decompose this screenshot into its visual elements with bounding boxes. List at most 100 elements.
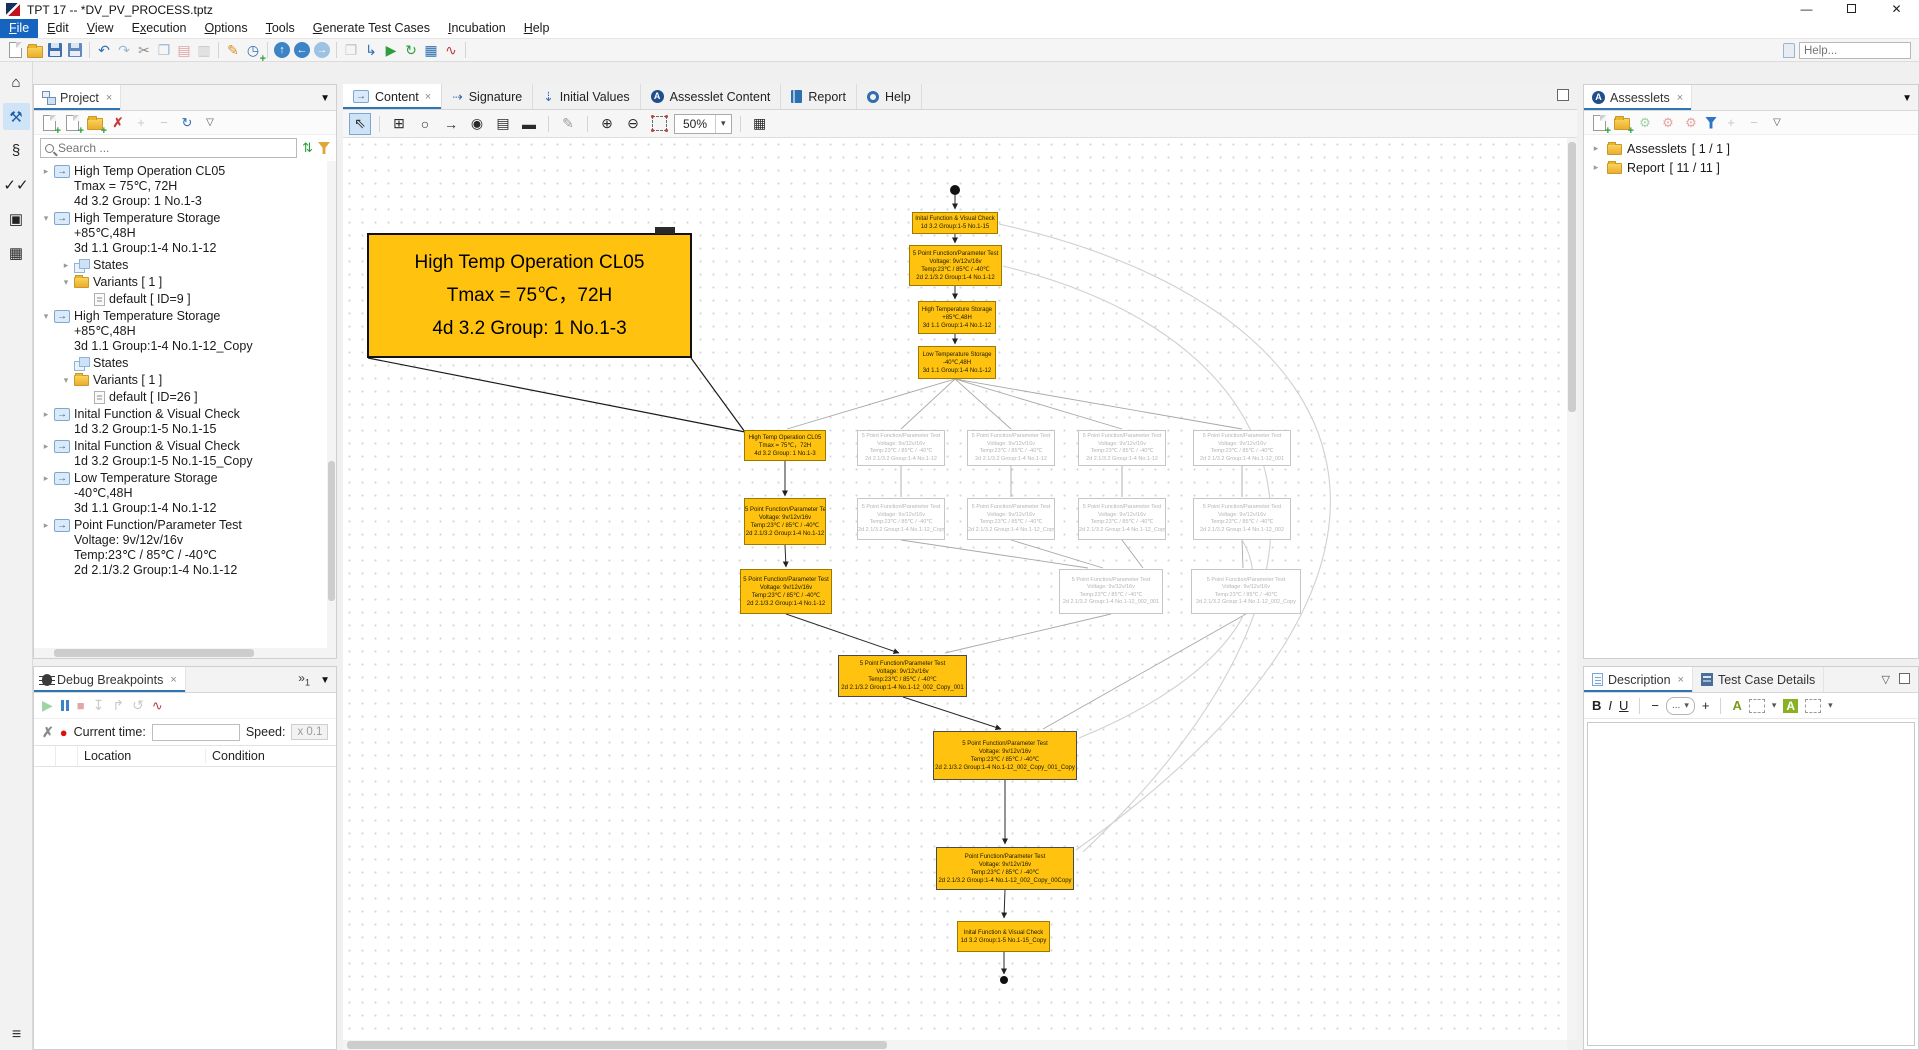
- scroll-thumb[interactable]: [328, 461, 335, 601]
- underline-button[interactable]: U: [1619, 698, 1628, 713]
- time-settings-button[interactable]: ◷: [243, 40, 266, 66]
- column-location[interactable]: Location: [78, 749, 206, 763]
- assesslets-tree-item[interactable]: ▸ Report [ 11 / 11 ]: [1584, 158, 1918, 177]
- project-tree-item[interactable]: States: [34, 355, 336, 372]
- line-tool-button[interactable]: ▬: [518, 113, 540, 135]
- tab-test-case-details[interactable]: Test Case Details: [1693, 667, 1825, 692]
- final-node-tool-button[interactable]: ◉: [466, 113, 488, 135]
- tab-report[interactable]: Report: [781, 84, 857, 109]
- table-view-button[interactable]: ▦: [421, 40, 441, 60]
- scroll-thumb[interactable]: [54, 649, 254, 657]
- diagram-node-ghost-b2[interactable]: 5 Point Function/Parameter Test Voltage: …: [967, 498, 1055, 540]
- refresh-button[interactable]: ↻: [401, 40, 421, 60]
- diagram-node-ghost-b3[interactable]: 5 Point Function/Parameter Test Voltage: …: [1078, 498, 1166, 540]
- add-testlet-button[interactable]: [40, 114, 61, 137]
- tab-debug-breakpoints[interactable]: Debug Breakpoints ×: [34, 667, 186, 692]
- signal-analyzer-button[interactable]: ∿: [441, 40, 461, 60]
- close-icon[interactable]: ×: [170, 674, 176, 686]
- debug-analyzer-button[interactable]: ∿: [152, 698, 163, 714]
- diagram-terminal-dot[interactable]: [1000, 976, 1008, 984]
- tree-arrow-collapsed-icon[interactable]: ▸: [1590, 141, 1602, 156]
- tab-initial-values[interactable]: ⇣ Initial Values: [533, 84, 641, 109]
- junction-tool-button[interactable]: ○: [414, 113, 436, 135]
- paste-special-button[interactable]: ▥: [194, 40, 214, 60]
- help-search-input[interactable]: [1799, 42, 1911, 59]
- diagram-node-initial-check[interactable]: Inital Function & Visual Check 1d 3.2 Gro…: [912, 212, 998, 234]
- redo-button[interactable]: ↷: [114, 40, 134, 60]
- activity-home-icon[interactable]: ⌂: [3, 69, 30, 96]
- project-tree-item[interactable]: ▸ States: [34, 257, 336, 274]
- step-over-button[interactable]: ↱: [112, 697, 124, 714]
- scroll-thumb[interactable]: [347, 1041, 887, 1049]
- diagram-node-ghost-a3[interactable]: 5 Point Function/Parameter Test Voltage: …: [1078, 430, 1166, 466]
- diagram-terminal-dot[interactable]: [950, 185, 960, 195]
- close-icon[interactable]: ×: [106, 92, 112, 104]
- close-icon[interactable]: ×: [1678, 674, 1684, 686]
- menu-options[interactable]: Options: [196, 19, 257, 38]
- canvas-vscrollbar[interactable]: [1567, 138, 1577, 1040]
- close-button[interactable]: ✕: [1874, 0, 1919, 19]
- tab-signature[interactable]: ⇢ Signature: [442, 84, 534, 109]
- run-button[interactable]: ▶: [381, 40, 401, 60]
- project-tree-item[interactable]: ▸ → Low Temperature Storage -40℃,48H 3d 1.1 …: [34, 470, 336, 517]
- menu-generate-test-cases[interactable]: Generate Test Cases: [304, 19, 439, 38]
- activity-component-icon[interactable]: ▣: [3, 205, 30, 232]
- duplicate-button[interactable]: ❐: [341, 40, 361, 60]
- diagram-node-point-test-copy-00copy[interactable]: Point Function/Parameter Test Voltage: 9v…: [936, 847, 1074, 890]
- activity-tools-icon[interactable]: ⚒: [2, 103, 30, 130]
- highlight-swatch[interactable]: [1805, 698, 1822, 713]
- canvas-hscrollbar[interactable]: [343, 1040, 1567, 1050]
- tree-arrow-collapsed-icon[interactable]: ▸: [40, 164, 52, 179]
- paste-button[interactable]: ▤: [174, 40, 194, 60]
- menu-file[interactable]: File: [0, 19, 39, 38]
- cut-button[interactable]: ✂: [134, 40, 154, 60]
- add-folder-button[interactable]: [86, 114, 107, 137]
- menu-tools[interactable]: Tools: [257, 19, 304, 38]
- diagram-node-point-test-top[interactable]: 5 Point Function/Parameter Test Voltage: …: [909, 245, 1002, 286]
- diagram-node-point-test-left-1[interactable]: 5 Point Function/Parameter Test Voltage: …: [744, 498, 826, 545]
- expand-button[interactable]: +: [132, 114, 150, 132]
- highlight-color-button[interactable]: A: [1783, 698, 1799, 713]
- project-tree-item[interactable]: ≣ default [ ID=26 ]: [34, 389, 336, 406]
- project-tree-item[interactable]: ≣ default [ ID=9 ]: [34, 291, 336, 308]
- debug-play-button[interactable]: ▶: [42, 697, 53, 714]
- panel-dropdown-icon[interactable]: ▼: [320, 93, 330, 104]
- current-time-input[interactable]: [151, 723, 240, 741]
- gear-disable-icon[interactable]: ⚙: [1682, 114, 1700, 132]
- project-tree-item[interactable]: ▸ → Inital Function & Visual Check 1d 3.2 G…: [34, 438, 336, 470]
- project-hscroll[interactable]: [34, 648, 336, 658]
- diagram-node-point-test-copy-001[interactable]: 5 Point Function/Parameter Test Voltage: …: [838, 655, 967, 697]
- undo-button[interactable]: ↶: [94, 40, 114, 60]
- close-icon[interactable]: ×: [425, 91, 431, 103]
- diagram-node-high-temp-storage[interactable]: High Temperature Storage +85℃,48H 3d 1.1 G…: [918, 301, 996, 334]
- maximize-button[interactable]: [1829, 0, 1874, 19]
- more-actions-icon[interactable]: ▽: [1768, 114, 1786, 132]
- diagram-node-ghost-c2[interactable]: 5 Point Function/Parameter Test Voltage: …: [1191, 569, 1301, 614]
- gear-enable-icon[interactable]: ⚙: [1636, 114, 1654, 132]
- activity-grid-icon[interactable]: ▦: [3, 239, 30, 266]
- tree-arrow-expanded-icon[interactable]: ▾: [60, 373, 72, 388]
- add-assesslet-folder-button[interactable]: [1613, 114, 1634, 137]
- project-tree-item[interactable]: ▸ → High Temp Operation CL05 Tmax = 75℃, 72…: [34, 163, 336, 210]
- menu-edit[interactable]: Edit: [38, 19, 78, 38]
- filter-funnel-icon[interactable]: [318, 142, 330, 154]
- zoom-out-button[interactable]: ⊖: [622, 113, 644, 135]
- project-tree-item[interactable]: ▸ → Point Function/Parameter Test Voltage: …: [34, 517, 336, 579]
- tree-arrow-collapsed-icon[interactable]: ▸: [40, 471, 52, 486]
- collapse-all-button[interactable]: −: [1745, 114, 1763, 132]
- add-assesslet-button[interactable]: [1590, 114, 1611, 137]
- diagram-node-final-check[interactable]: Inital Function & Visual Check 1d 3.2 Gro…: [957, 921, 1050, 952]
- transition-tool-button[interactable]: →: [440, 113, 462, 135]
- gear-star-icon[interactable]: ⚙: [1659, 114, 1677, 132]
- project-tree-scrollbar[interactable]: [327, 161, 336, 648]
- format-brush-button[interactable]: ✎: [557, 113, 579, 135]
- menu-burger-icon[interactable]: ≡: [0, 1026, 33, 1044]
- tree-arrow-collapsed-icon[interactable]: ▸: [40, 439, 52, 454]
- save-button[interactable]: [45, 40, 65, 60]
- select-tool-button[interactable]: ⇖: [349, 112, 371, 135]
- assesslets-tree-item[interactable]: ▸ Assesslets [ 1 / 1 ]: [1584, 139, 1918, 158]
- callout-handle[interactable]: [655, 227, 675, 234]
- tree-arrow-expanded-icon[interactable]: ▾: [60, 275, 72, 290]
- tab-project[interactable]: Project ×: [34, 85, 122, 110]
- tree-arrow-collapsed-icon[interactable]: ▸: [60, 258, 72, 273]
